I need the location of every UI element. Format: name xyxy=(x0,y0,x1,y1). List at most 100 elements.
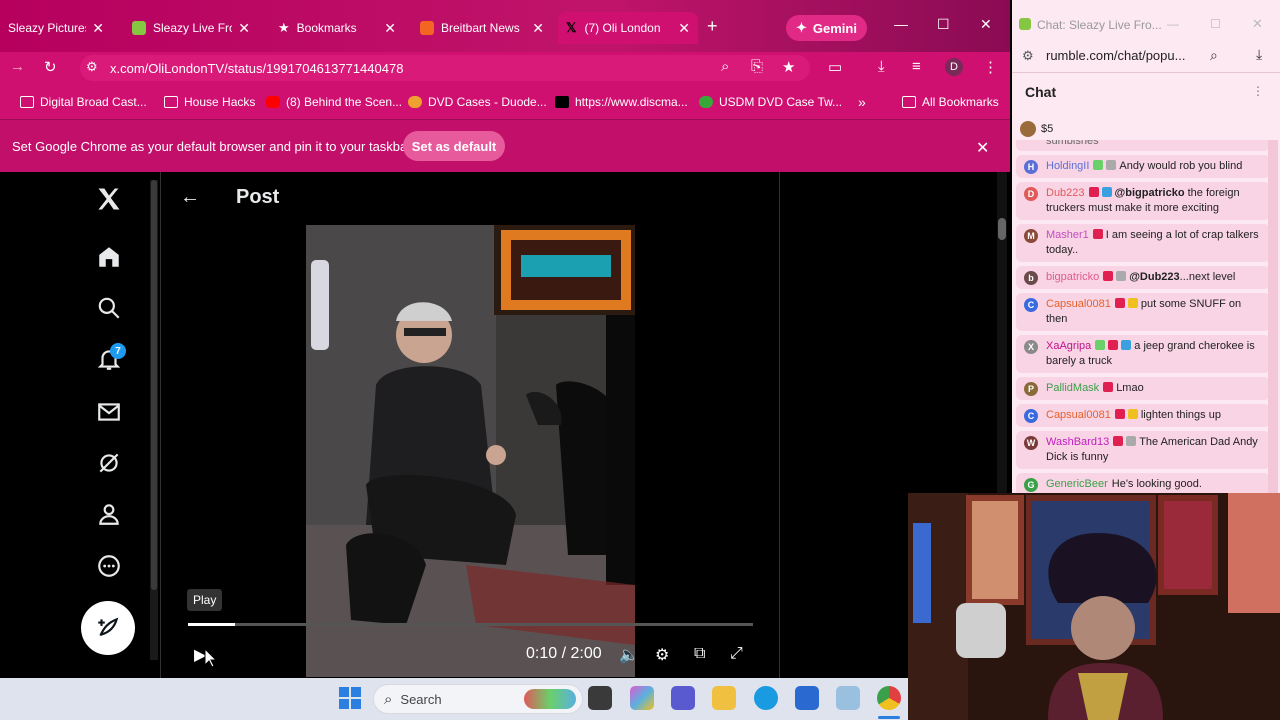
badge-icon xyxy=(1116,271,1127,281)
sidebar-scrollbar-thumb[interactable] xyxy=(151,180,157,590)
badge-icon xyxy=(1127,409,1138,419)
avatar: G xyxy=(1024,478,1038,492)
tab-breitbart[interactable]: Breitbart News ✕ xyxy=(412,12,552,44)
fullscreen-icon[interactable]: ⤢ xyxy=(730,645,743,663)
picture-in-picture-icon[interactable]: ⧉ xyxy=(694,645,705,663)
profile-icon[interactable] xyxy=(92,497,126,531)
search-icon[interactable] xyxy=(92,291,126,325)
chat-menu-icon[interactable]: ⋮ xyxy=(1252,84,1264,98)
tab-sleazy-pictures[interactable]: Sleazy Pictures ✕ xyxy=(0,12,112,44)
profile-avatar[interactable]: D xyxy=(945,58,963,76)
chat-message-list[interactable]: sumbishes H HoldingII Andy would rob you … xyxy=(1016,140,1270,495)
badge-icon xyxy=(1088,187,1099,197)
username[interactable]: Capsual0081 xyxy=(1046,409,1111,421)
close-icon[interactable]: ✕ xyxy=(384,20,396,37)
badge-icon xyxy=(1092,229,1103,239)
back-arrow-icon[interactable]: ← xyxy=(180,186,200,209)
chrome-icon[interactable] xyxy=(877,686,901,710)
close-icon[interactable]: ✕ xyxy=(678,20,690,37)
more-options-icon[interactable] xyxy=(92,549,126,583)
network-icon[interactable] xyxy=(836,686,860,710)
messages-envelope-icon[interactable] xyxy=(92,395,126,429)
reading-list-icon[interactable]: ≡ xyxy=(912,58,921,75)
tab-sleazy-live[interactable]: Sleazy Live From ✕ xyxy=(124,12,258,44)
badge-icon xyxy=(1108,340,1119,350)
infobar-close-icon[interactable]: ✕ xyxy=(976,138,989,158)
chat-minimize-button[interactable]: — xyxy=(1167,17,1179,31)
forward-arrow-icon[interactable]: → xyxy=(10,58,25,75)
close-icon[interactable]: ✕ xyxy=(92,20,104,37)
folder-icon xyxy=(902,96,916,108)
username[interactable]: GenericBeer xyxy=(1046,478,1108,490)
username[interactable]: WashBard13 xyxy=(1046,436,1109,448)
tab-bookmarks[interactable]: ★ Bookmarks ✕ xyxy=(270,12,404,44)
badge-icon xyxy=(1114,298,1125,308)
address-bar[interactable]: ⚙ x.com/OliLondonTV/status/1991704613771… xyxy=(80,55,810,81)
video-player[interactable] xyxy=(306,225,635,677)
task-view-icon[interactable] xyxy=(588,686,612,710)
close-icon[interactable]: ✕ xyxy=(238,20,250,37)
tab-search-icon[interactable]: ▭ xyxy=(828,58,842,76)
username[interactable]: Dub223 xyxy=(1046,187,1085,199)
mention[interactable]: @Dub223 xyxy=(1129,271,1179,283)
zoom-icon[interactable]: ⌕ xyxy=(1210,47,1218,64)
zoom-icon[interactable]: ⌕ xyxy=(721,58,729,75)
more-bookmarks-chevron-icon[interactable]: » xyxy=(858,94,866,110)
bookmark-behind-the-scenes[interactable]: (8) Behind the Scen... xyxy=(266,94,402,110)
grok-icon[interactable] xyxy=(92,446,126,480)
page-scrollbar-thumb[interactable] xyxy=(998,218,1006,240)
avatar: H xyxy=(1024,160,1038,174)
chat-maximize-button[interactable]: ☐ xyxy=(1210,17,1221,31)
compose-post-button[interactable] xyxy=(81,601,135,655)
username[interactable]: bigpatricko xyxy=(1046,271,1099,283)
microsoft-store-icon[interactable] xyxy=(795,686,819,710)
settings-gear-icon[interactable]: ⚙ xyxy=(655,645,669,665)
username[interactable]: XaAgripa xyxy=(1046,340,1091,352)
video-progress-track[interactable] xyxy=(188,623,753,626)
file-explorer-icon[interactable] xyxy=(712,686,736,710)
download-icon[interactable]: ⤓ xyxy=(878,58,885,75)
maximize-button[interactable]: ☐ xyxy=(937,16,950,33)
bookmark-usdm-dvd[interactable]: USDM DVD Case Tw... xyxy=(699,94,842,110)
set-as-default-button[interactable]: Set as default xyxy=(403,131,505,161)
x-logo-icon[interactable] xyxy=(92,182,126,216)
bookmark-star-icon[interactable]: ★ xyxy=(782,58,795,76)
reload-icon[interactable]: ↻ xyxy=(44,58,57,76)
windows-start-icon[interactable] xyxy=(339,687,361,709)
username[interactable]: HoldingII xyxy=(1046,160,1089,172)
message-text: lighten things up xyxy=(1140,409,1221,421)
site-info-icon[interactable]: ⚙ xyxy=(1022,48,1034,64)
chat-close-button[interactable]: ✕ xyxy=(1252,16,1263,32)
bookmark-all-bookmarks[interactable]: All Bookmarks xyxy=(902,94,999,110)
bookmark-dvd-cases[interactable]: DVD Cases - Duode... xyxy=(408,94,547,110)
edge-icon[interactable] xyxy=(754,686,778,710)
badge-icon xyxy=(1103,382,1114,392)
bookmark-digital-broad-cast[interactable]: Digital Broad Cast... xyxy=(20,94,147,110)
gemini-button[interactable]: ✦ Gemini xyxy=(786,15,867,41)
minimize-button[interactable]: — xyxy=(894,16,908,32)
sparkle-icon: ✦ xyxy=(796,20,807,35)
close-icon[interactable]: ✕ xyxy=(532,20,544,37)
tab-oli-london[interactable]: 𝕏 (7) Oli London ✕ xyxy=(558,12,698,44)
volume-icon[interactable]: 🔈 xyxy=(619,645,639,665)
bookmark-house-hacks[interactable]: House Hacks xyxy=(164,94,255,110)
copilot-icon[interactable] xyxy=(630,686,654,710)
rant-badge[interactable]: $5 xyxy=(1020,120,1053,138)
close-window-button[interactable]: ✕ xyxy=(980,16,992,33)
bookmark-discma[interactable]: https://www.discma... xyxy=(555,94,688,110)
install-icon[interactable]: ⎘ xyxy=(751,58,763,75)
rumble-icon xyxy=(132,21,146,35)
chat-scrollbar[interactable] xyxy=(1268,140,1278,495)
avatar: W xyxy=(1024,436,1038,450)
download-icon[interactable]: ⤓ xyxy=(1256,46,1262,63)
site-info-icon[interactable]: ⚙ xyxy=(86,59,98,75)
username[interactable]: Capsual0081 xyxy=(1046,298,1111,310)
username[interactable]: PallidMask xyxy=(1046,382,1099,394)
new-tab-button[interactable]: + xyxy=(707,16,718,37)
taskbar-search-box[interactable]: ⌕ Search xyxy=(373,684,583,714)
home-icon[interactable] xyxy=(92,240,126,274)
teams-icon[interactable] xyxy=(671,686,695,710)
menu-kebab-icon[interactable]: ⋮ xyxy=(983,58,998,76)
username[interactable]: Masher1 xyxy=(1046,229,1089,241)
mention[interactable]: @bigpatricko xyxy=(1115,187,1185,199)
